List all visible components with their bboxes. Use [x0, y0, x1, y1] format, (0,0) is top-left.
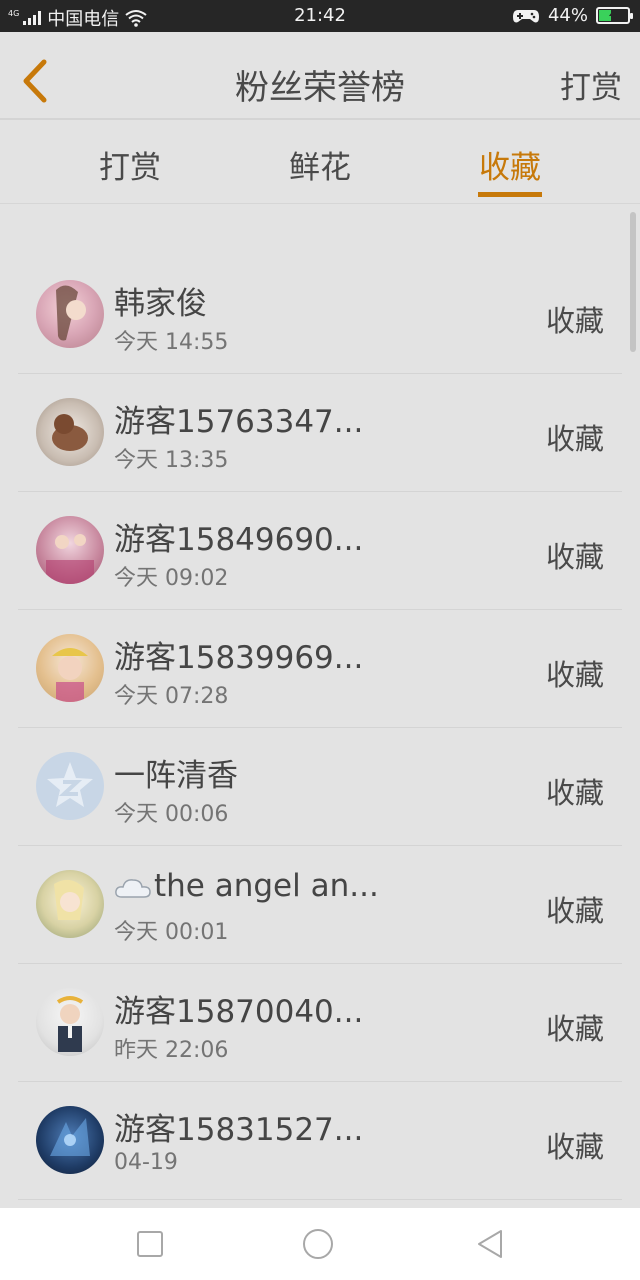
avatar	[36, 1106, 104, 1174]
fan-time: 昨天 22:06	[114, 1038, 229, 1063]
status-bar: 4G 中国电信 21:42 44%	[0, 0, 640, 32]
fan-name: 游客15849690...	[114, 522, 364, 558]
fan-time: 今天 09:02	[114, 566, 229, 591]
favorite-label: 收藏	[545, 658, 604, 692]
game-controller-icon	[512, 9, 539, 22]
avatar	[36, 516, 104, 584]
fan-time: 今天 13:35	[114, 448, 229, 473]
fan-name: the angel an...	[114, 868, 379, 904]
scrollbar[interactable]	[630, 212, 636, 352]
favorite-label: 收藏	[545, 304, 604, 338]
avatar	[36, 280, 104, 348]
tab-favorites[interactable]: 收藏	[450, 142, 570, 187]
fan-name: 韩家俊	[114, 286, 207, 322]
fan-name: 一阵清香	[114, 758, 238, 794]
favorite-label: 收藏	[545, 776, 604, 810]
list-item[interactable]: 游客15839969... 今天 07:28 收藏	[18, 610, 622, 728]
fan-time: 今天 00:01	[114, 920, 229, 945]
favorite-label: 收藏	[545, 1012, 604, 1046]
avatar	[36, 752, 104, 820]
app-header: 粉丝荣誉榜 打赏	[0, 32, 640, 120]
fan-name: 游客15763347...	[114, 404, 364, 440]
favorite-label: 收藏	[545, 1130, 604, 1164]
tab-bar: 打赏 鲜花 收藏	[0, 122, 640, 204]
reward-button[interactable]: 打赏	[560, 62, 622, 107]
active-tab-indicator	[478, 192, 542, 197]
triangle-back-icon[interactable]	[474, 1228, 506, 1260]
list-item[interactable]: 游客15831527... 04-19 收藏	[18, 1082, 622, 1200]
square-recents-icon[interactable]	[134, 1228, 166, 1260]
fan-time: 今天 00:06	[114, 802, 229, 827]
list-item[interactable]: 游客15849690... 今天 09:02 收藏	[18, 492, 622, 610]
circle-home-icon[interactable]	[302, 1228, 334, 1260]
avatar	[36, 870, 104, 938]
cloud-icon	[115, 878, 151, 898]
fan-time: 今天 14:55	[114, 330, 229, 355]
list-item[interactable]: 韩家俊 今天 14:55 收藏	[18, 256, 622, 374]
avatar	[36, 398, 104, 466]
battery-percent: 44%	[547, 5, 588, 26]
fan-name-text: the angel an...	[154, 868, 379, 904]
favorite-label: 收藏	[545, 540, 604, 574]
system-nav-bar	[0, 1208, 640, 1280]
list-item[interactable]: the angel an... 今天 00:01 收藏	[18, 846, 622, 964]
list-item[interactable]: 一阵清香 今天 00:06 收藏	[18, 728, 622, 846]
tab-reward[interactable]: 打赏	[70, 142, 190, 187]
fan-list: 韩家俊 今天 14:55 收藏 游客15763347... 今天 13:35 收…	[18, 256, 622, 1200]
list-item[interactable]: 游客15870040... 昨天 22:06 收藏	[18, 964, 622, 1082]
tab-flowers[interactable]: 鲜花	[260, 142, 380, 187]
status-right: 44%	[512, 5, 633, 26]
favorite-label: 收藏	[545, 894, 604, 928]
fan-name: 游客15870040...	[114, 994, 364, 1030]
fan-name: 游客15831527...	[114, 1112, 364, 1148]
avatar	[36, 634, 104, 702]
page-title: 粉丝荣誉榜	[235, 68, 405, 108]
list-item[interactable]: 游客15763347... 今天 13:35 收藏	[18, 374, 622, 492]
battery-icon	[596, 7, 633, 24]
fan-time: 今天 07:28	[114, 684, 229, 709]
fan-time: 04-19	[114, 1150, 178, 1175]
avatar	[36, 988, 104, 1056]
favorite-label: 收藏	[545, 422, 604, 456]
fan-name: 游客15839969...	[114, 640, 364, 676]
